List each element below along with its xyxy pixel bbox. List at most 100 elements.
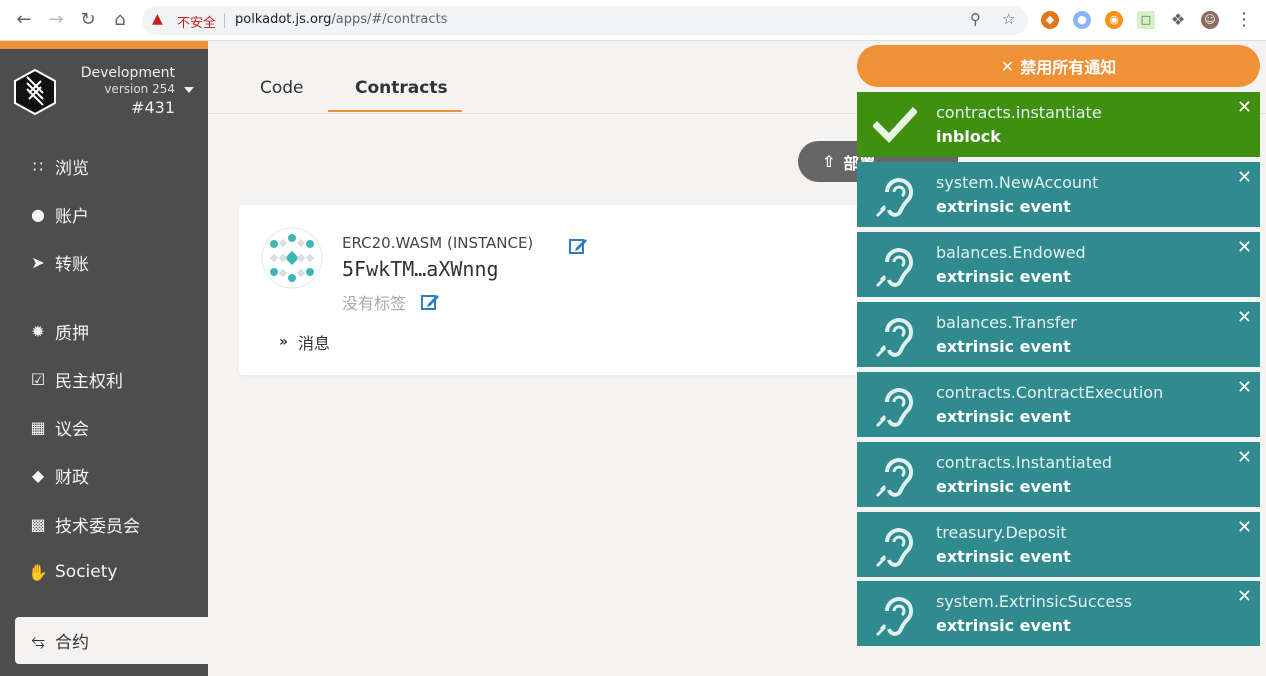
chain-version: version 254	[104, 82, 175, 96]
sidebar-item-council[interactable]: ▦ 议会	[27, 414, 89, 440]
insecure-label: 不安全	[177, 16, 217, 31]
chain-name[interactable]: Development	[81, 65, 175, 81]
zoom-icon[interactable]: ⚲	[970, 10, 981, 28]
notification-item: system.ExtrinsicSuccess extrinsic event …	[857, 581, 1260, 646]
sidebar-item-staking[interactable]: ✹ 质押	[27, 318, 89, 344]
notification-subtitle: extrinsic event	[936, 616, 1071, 635]
close-icon[interactable]: ✕	[1237, 97, 1252, 118]
close-icon[interactable]: ✕	[1237, 307, 1252, 328]
close-icon[interactable]: ✕	[1237, 237, 1252, 258]
tab-code[interactable]: Code	[260, 78, 304, 98]
notification-title: contracts.Instantiated	[936, 453, 1113, 472]
sidebar-item-democracy[interactable]: ☑ 民主权利	[27, 366, 123, 392]
notification-item: contracts.instantiate inblock ✕	[857, 92, 1260, 157]
address-separator	[224, 13, 225, 28]
assistive-listening-icon	[875, 178, 913, 218]
back-arrow-icon[interactable]: ←	[12, 8, 36, 32]
contract-card: ERC20.WASM (INSTANCE) 5FwkTM…aXWnng 没有标签…	[239, 205, 859, 375]
users-icon: ●	[31, 204, 45, 224]
reload-icon[interactable]: ↻	[76, 8, 100, 32]
sidebar-item-label: Society	[55, 562, 118, 582]
close-icon[interactable]: ✕	[1237, 167, 1252, 188]
extensions-puzzle-icon[interactable]: ❖	[1169, 11, 1187, 29]
forward-arrow-icon[interactable]: →	[44, 8, 68, 32]
assistive-listening-icon	[875, 248, 913, 288]
notification-subtitle: extrinsic event	[936, 267, 1071, 286]
tab-contracts[interactable]: Contracts	[355, 78, 448, 98]
gem-icon: ◆	[31, 465, 45, 485]
notification-title: contracts.ContractExecution	[936, 383, 1164, 402]
contract-identicon[interactable]	[261, 227, 323, 289]
messages-label: 消息	[298, 334, 331, 353]
notification-title: contracts.instantiate	[936, 103, 1102, 122]
sidebar-item-label: 议会	[55, 419, 89, 440]
sidebar-item-label: 转账	[55, 254, 89, 275]
sidebar-item-transfer[interactable]: ➤ 转账	[27, 249, 89, 275]
address-bar[interactable]: ▲ 不安全 polkadot.js.org/apps/#/contracts ⚲…	[142, 6, 1028, 35]
profile-avatar[interactable]: ☺	[1201, 11, 1219, 29]
notification-title: system.NewAccount	[936, 173, 1099, 192]
contract-address[interactable]: 5FwkTM…aXWnng	[342, 257, 499, 281]
metamask-extension-icon[interactable]: ◆	[1041, 11, 1059, 29]
sidebar-item-label: 财政	[55, 467, 89, 488]
accent-stripe	[0, 41, 208, 49]
sidebar-item-label: 浏览	[55, 158, 89, 179]
notification-subtitle: extrinsic event	[936, 547, 1071, 566]
notification-subtitle: inblock	[936, 127, 1001, 146]
bookmark-star-icon[interactable]: ☆	[1002, 10, 1015, 28]
assistive-listening-icon	[875, 388, 913, 428]
notification-title: treasury.Deposit	[936, 523, 1067, 542]
url-path: /apps/#/contracts	[331, 12, 448, 27]
contract-name: ERC20.WASM (INSTANCE)	[342, 234, 534, 252]
substrate-logo-icon[interactable]	[12, 69, 58, 115]
edit-name-icon[interactable]	[568, 236, 588, 256]
assistive-listening-icon	[875, 597, 913, 637]
tag-placeholder: 没有标签	[342, 294, 407, 313]
edit-tags-icon[interactable]	[420, 292, 440, 312]
close-icon[interactable]: ✕	[1237, 517, 1252, 538]
microchip-icon: ▩	[30, 514, 46, 534]
certificate-icon: ✹	[31, 321, 45, 341]
paper-plane-icon: ➤	[31, 252, 45, 272]
notification-title: balances.Transfer	[936, 313, 1077, 332]
notification-item: system.NewAccount extrinsic event ✕	[857, 162, 1260, 227]
calendar-check-icon: ☑	[30, 369, 46, 389]
browser-menu-icon[interactable]: ⋮	[1232, 8, 1256, 32]
close-icon[interactable]: ✕	[1237, 586, 1252, 607]
notification-title: balances.Endowed	[936, 243, 1086, 262]
sidebar-item-label: 技术委员会	[55, 516, 140, 537]
grid-icon: ∷	[32, 156, 44, 176]
notification-subtitle: extrinsic event	[936, 477, 1071, 496]
sidebar-item-contracts[interactable]: ⥃ 合约	[15, 617, 208, 664]
browser-toolbar: ← → ↻ ⌂ ▲ 不安全 polkadot.js.org/apps/#/con…	[0, 0, 1266, 41]
notification-item: contracts.ContractExecution extrinsic ev…	[857, 372, 1260, 437]
assistive-listening-icon	[875, 318, 913, 358]
disable-all-notifications-button[interactable]: ✕ 禁用所有通知	[857, 45, 1260, 87]
notification-item: treasury.Deposit extrinsic event ✕	[857, 512, 1260, 577]
sidebar: Development version 254 #431 ∷ 浏览 ● 账户 ➤…	[0, 41, 208, 676]
url-host: polkadot.js.org	[235, 12, 332, 27]
url-text: polkadot.js.org/apps/#/contracts	[235, 12, 447, 27]
sidebar-item-accounts[interactable]: ● 账户	[27, 201, 89, 227]
extension-a-icon[interactable]: □	[1137, 11, 1155, 29]
upload-icon: ⇧	[822, 152, 836, 171]
messages-toggle[interactable]: » 消息	[279, 330, 330, 354]
sidebar-item-tech-committee[interactable]: ▩ 技术委员会	[27, 511, 140, 537]
sidebar-item-label: 质押	[55, 323, 89, 344]
double-chevron-right-icon: »	[279, 334, 289, 350]
notification-subtitle: extrinsic event	[936, 197, 1071, 216]
hand-icon: ✋	[28, 562, 48, 582]
extension-p-icon[interactable]: ◉	[1105, 11, 1123, 29]
sidebar-item-treasury[interactable]: ◆ 财政	[27, 462, 89, 488]
close-icon[interactable]: ✕	[1237, 447, 1252, 468]
home-icon[interactable]: ⌂	[108, 8, 132, 32]
sidebar-item-explorer[interactable]: ∷ 浏览	[27, 153, 89, 179]
close-icon[interactable]: ✕	[1237, 377, 1252, 398]
building-icon: ▦	[30, 417, 46, 437]
extension-circle-icon[interactable]: ●	[1073, 11, 1091, 29]
active-tab-underline	[328, 110, 462, 112]
sidebar-item-society[interactable]: ✋ Society	[27, 559, 117, 585]
chevron-down-icon[interactable]	[184, 87, 194, 93]
sidebar-item-label: 合约	[55, 633, 89, 653]
notification-item: contracts.Instantiated extrinsic event ✕	[857, 442, 1260, 507]
